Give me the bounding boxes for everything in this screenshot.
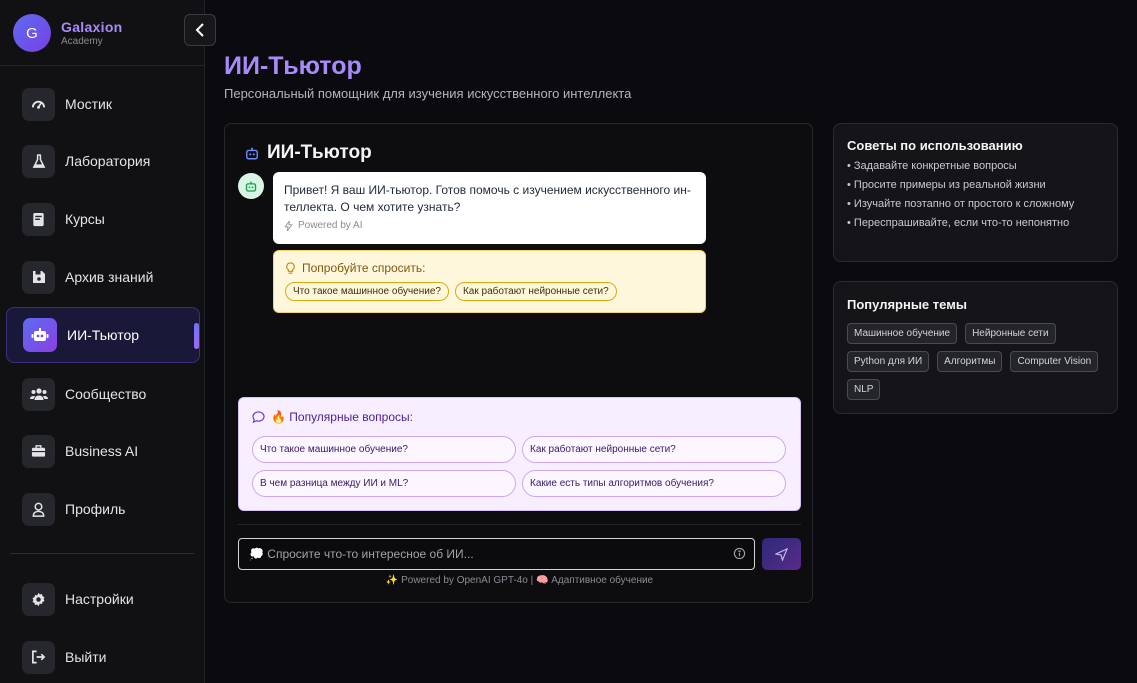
gauge-icon: [22, 87, 55, 121]
popular-question-button[interactable]: В чем разница между ИИ и ML?: [252, 470, 516, 497]
page-subtitle: Персональный помощник для изучения искус…: [224, 86, 632, 101]
sidebar-divider: [10, 553, 194, 554]
sidebar-item-business-ai[interactable]: Business AI: [6, 423, 200, 479]
tips-title: Советы по использованию: [847, 138, 1023, 153]
popular-questions-header: 🔥 Популярные вопросы:: [252, 410, 787, 424]
topics-title: Популярные темы: [847, 297, 967, 312]
popular-questions-title: 🔥 Популярные вопросы:: [271, 410, 413, 424]
robot-icon: [246, 147, 258, 159]
sidebar-divider: [0, 65, 205, 66]
chat-divider: [238, 524, 801, 525]
topic-tag[interactable]: Python для ИИ: [847, 351, 930, 372]
chat-bubble-icon: [252, 411, 265, 423]
sidebar-item-lab[interactable]: Лаборатория: [6, 133, 200, 189]
send-button[interactable]: [762, 538, 801, 570]
bot-avatar: [238, 173, 264, 199]
brand-title: Galaxion: [61, 19, 123, 35]
sidebar-item-label: Сообщество: [65, 386, 147, 402]
suggestion-header: Попробуйте спросить:: [285, 261, 694, 275]
footer-note: ✨ Powered by OpenAI GPT-4o | 🧠 Адаптивно…: [385, 575, 654, 586]
sidebar-item-label: Профиль: [65, 501, 126, 517]
flask-icon: [22, 144, 55, 178]
suggestion-chip[interactable]: Что такое машинное обучение?: [285, 282, 449, 301]
topics-card: Популярные темы Машинное обучение Нейрон…: [833, 281, 1118, 414]
sidebar-item-label: Лаборатория: [65, 153, 151, 169]
brand[interactable]: G Galaxion Academy: [13, 14, 123, 52]
chat-panel: ИИ-Тьютор Привет! Я ваш ИИ-тьютор. Готов…: [224, 123, 813, 603]
sidebar-item-label: Выйти: [65, 649, 107, 665]
sidebar-item-label: Business AI: [65, 443, 139, 459]
save-icon: [22, 260, 55, 294]
robot-icon: [245, 181, 257, 192]
assistant-message: Привет! Я ваш ИИ-тьютор. Готов помочь с …: [273, 172, 706, 244]
brand-avatar: G: [13, 14, 51, 52]
suggestion-chips: Что такое машинное обучение? Как работаю…: [285, 282, 694, 301]
sidebar-item-label: Архив знаний: [65, 269, 154, 285]
sidebar-item-courses[interactable]: Курсы: [6, 191, 200, 247]
sidebar-item-archive[interactable]: Архив знаний: [6, 249, 200, 305]
popular-question-button[interactable]: Какие есть типы алгоритмов обучения?: [522, 470, 786, 497]
sidebar-item-community[interactable]: Сообщество: [6, 366, 200, 422]
topic-tag[interactable]: Машинное обучение: [847, 323, 958, 344]
chat-header: ИИ-Тьютор: [245, 142, 372, 164]
sidebar-item-label: Мостик: [65, 96, 112, 112]
brand-subtitle: Academy: [61, 36, 103, 47]
tip-item: • Задавайте конкретные вопросы: [847, 160, 1017, 172]
sidebar-item-label: ИИ-Тьютор: [67, 327, 140, 343]
message-meta: Powered by AI: [284, 220, 695, 231]
users-icon: [22, 377, 55, 411]
sidebar: G Galaxion Academy Мостик Лаборатория Ку…: [0, 0, 205, 683]
chat-title: ИИ-Тьютор: [267, 142, 372, 163]
suggestion-title: Попробуйте спросить:: [302, 261, 426, 275]
topic-tag[interactable]: Алгоритмы: [937, 351, 1003, 372]
sidebar-item-profile[interactable]: Профиль: [6, 481, 200, 537]
chat-input[interactable]: 💭 Спросите что-то интересное об ИИ...: [238, 538, 755, 570]
send-icon: [775, 547, 788, 561]
sidebar-item-bridge[interactable]: Мостик: [6, 76, 200, 132]
sidebar-item-ai-tutor[interactable]: ИИ-Тьютор: [6, 307, 200, 363]
page-title: ИИ-Тьютор: [224, 52, 362, 80]
active-indicator: [194, 323, 199, 349]
tip-item: • Изучайте поэтапно от простого к сложно…: [847, 198, 1075, 210]
logout-icon: [22, 640, 55, 674]
topic-tag[interactable]: Computer Vision: [1010, 351, 1099, 372]
chevron-left-icon: [195, 23, 204, 37]
sidebar-item-logout[interactable]: Выйти: [6, 629, 200, 683]
tips-card: Советы по использованию • Задавайте конк…: [833, 123, 1118, 262]
sidebar-item-settings[interactable]: Настройки: [6, 571, 200, 627]
collapse-sidebar-button[interactable]: [184, 14, 216, 46]
popular-question-button[interactable]: Что такое машинное обучение?: [252, 436, 516, 463]
tip-item: • Переспрашивайте, если что-то непонятно: [847, 217, 1070, 229]
topic-tag[interactable]: Нейронные сети: [965, 323, 1056, 344]
suggestion-box: Попробуйте спросить: Что такое машинное …: [273, 250, 706, 313]
sidebar-item-label: Курсы: [65, 211, 105, 227]
briefcase-icon: [22, 434, 55, 468]
sidebar-item-label: Настройки: [65, 591, 134, 607]
tip-item: • Просите примеры из реальной жизни: [847, 179, 1046, 191]
popular-questions: 🔥 Популярные вопросы: Что такое машинное…: [238, 397, 801, 511]
topic-tags: Машинное обучение Нейронные сети Python …: [847, 323, 1104, 400]
popular-question-button[interactable]: Как работают нейронные сети?: [522, 436, 786, 463]
chat-input-placeholder: 💭 Спросите что-то интересное об ИИ...: [249, 547, 474, 561]
powered-by-label: Powered by AI: [298, 220, 363, 231]
info-icon[interactable]: [733, 547, 746, 560]
brand-initial: G: [26, 24, 38, 42]
user-icon: [22, 492, 55, 526]
gear-icon: [22, 582, 55, 616]
lightning-icon: [284, 220, 293, 231]
book-icon: [22, 202, 55, 236]
message-text: Привет! Я ваш ИИ-тьютор. Готов помочь с …: [284, 183, 691, 214]
suggestion-chip[interactable]: Как работают нейронные сети?: [454, 282, 617, 301]
robot-icon: [23, 318, 57, 352]
lightbulb-icon: [286, 261, 295, 274]
topic-tag[interactable]: NLP: [847, 379, 881, 400]
